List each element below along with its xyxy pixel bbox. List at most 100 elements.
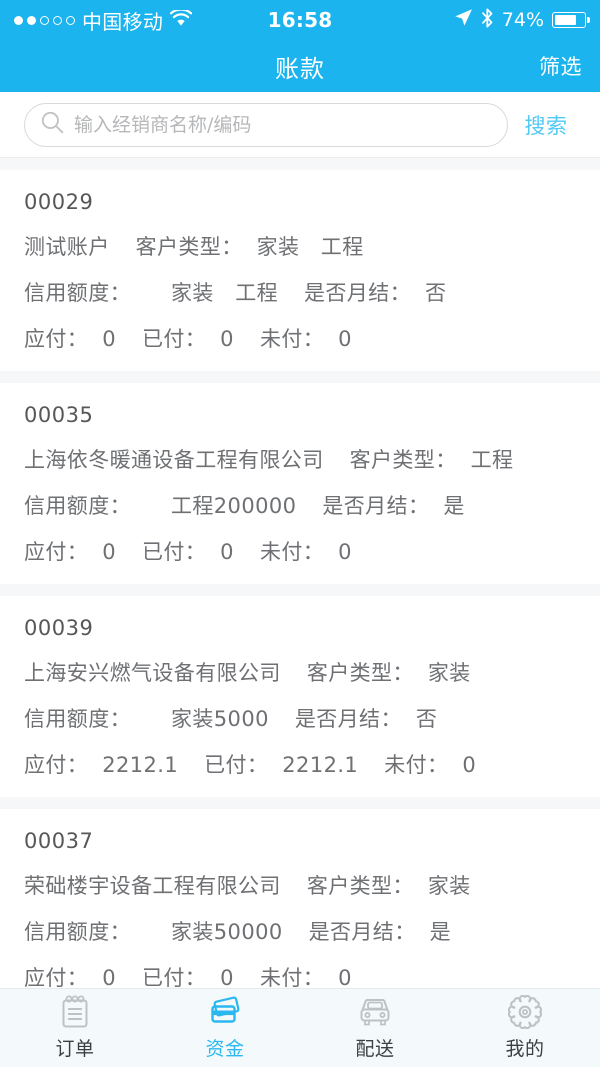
- account-name: 测试账户: [24, 235, 110, 259]
- account-card[interactable]: 00039 上海安兴燃气设备有限公司 客户类型： 家装信用额度： 家装5000 是否月结：…: [0, 596, 600, 797]
- carrier-label: 中国移动: [82, 9, 164, 34]
- customer-type-value: 工程: [470, 448, 514, 472]
- unpaid-label: 未付：: [384, 753, 449, 777]
- list-separator: [0, 584, 600, 596]
- paid-label: 已付：: [141, 540, 207, 564]
- unpaid-value: 0: [462, 753, 477, 777]
- signal-dot-empty: [53, 15, 62, 25]
- account-list[interactable]: 00029 测试账户 客户类型： 家装 工程 信用额度： 家装 工程 是否月结：否应付： 0 已…: [0, 158, 600, 988]
- list-separator: [0, 797, 600, 809]
- credit-limit-label: 信用额度：: [24, 494, 131, 518]
- customer-type-value: 家装: [427, 661, 471, 685]
- paid-value: 0: [220, 966, 234, 988]
- account-code: 00039: [24, 616, 94, 640]
- payable-value: 0: [102, 966, 116, 988]
- location-arrow-icon: [454, 8, 473, 32]
- app-root: 中国移动 16:58 74% 账款 筛选 输入经销商名称/编码 搜索 00029…: [0, 0, 600, 1067]
- unpaid-value: 0: [338, 327, 352, 351]
- unpaid-value: 0: [338, 966, 352, 988]
- gear-icon: [508, 995, 542, 1029]
- payable-value: 0: [102, 327, 116, 351]
- signal-dot-empty: [66, 15, 75, 25]
- status-bar-right: 74%: [332, 8, 587, 33]
- tab-label-delivery: 配送: [355, 1038, 395, 1060]
- account-name-row: 荣础楼宇设备工程有限公司 客户类型： 家装: [24, 870, 576, 900]
- account-card[interactable]: 00035 上海依冬暖通设备工程有限公司 客户类型： 工程 信用额度： 工程200000 是…: [0, 383, 600, 584]
- customer-type-label: 客户类型：: [306, 874, 414, 898]
- filter-button[interactable]: 筛选: [539, 51, 582, 81]
- paid-label: 已付：: [141, 966, 207, 988]
- battery-icon: [552, 12, 587, 28]
- list-separator: [0, 158, 600, 170]
- customer-type-value: 家装: [427, 874, 471, 898]
- tab-label-profile: 我的: [505, 1038, 545, 1060]
- payable-value: 2212.1: [102, 753, 179, 777]
- credit-cards-icon: [208, 995, 242, 1029]
- credit-limit-label: 信用额度：: [24, 920, 131, 944]
- bottom-tab-bar: 订单 资金 配送 我的: [0, 988, 600, 1067]
- status-bar-left: 中国移动: [14, 6, 268, 35]
- account-card[interactable]: 00037 荣础楼宇设备工程有限公司 客户类型： 家装 信用额度： 家装50000 是否月结…: [0, 809, 600, 988]
- unpaid-label: 未付：: [259, 966, 325, 988]
- credit-limit-row: 信用额度： 家装50000 是否月结： 是: [24, 916, 576, 946]
- monthly-settle-label: 是否月结：: [294, 707, 402, 731]
- tab-profile[interactable]: 我的: [450, 989, 600, 1067]
- customer-type-label: 客户类型：: [135, 235, 243, 259]
- unpaid-value: 0: [338, 540, 352, 564]
- unpaid-label: 未付：: [259, 327, 325, 351]
- amounts-row: 应付： 0 已付： 0 未付： 0: [24, 536, 576, 566]
- credit-limit-label: 信用额度：: [24, 281, 131, 305]
- credit-limit-value: 家装50000: [171, 920, 283, 944]
- credit-limit-value: 家装5000: [171, 707, 269, 731]
- monthly-settle-label: 是否月结：: [304, 281, 411, 305]
- monthly-settle-value: 是: [443, 494, 465, 518]
- monthly-settle-label: 是否月结：: [322, 494, 430, 518]
- battery-fill: [554, 14, 576, 26]
- wifi-icon: [170, 8, 193, 32]
- payable-label: 应付：: [24, 966, 89, 988]
- credit-limit-value: 家装 工程: [171, 281, 278, 305]
- customer-type-label: 客户类型：: [349, 448, 457, 472]
- search-button[interactable]: 搜索: [508, 110, 584, 140]
- monthly-settle-value: 否: [415, 707, 438, 731]
- tab-label-orders: 订单: [55, 1038, 95, 1060]
- monthly-settle-value: 是: [429, 920, 452, 944]
- tab-delivery[interactable]: 配送: [300, 989, 450, 1067]
- credit-limit-row: 信用额度： 工程200000 是否月结： 是: [24, 490, 576, 520]
- notepad-icon: [59, 995, 91, 1029]
- delivery-truck-icon: [357, 995, 393, 1029]
- search-field-wrapper[interactable]: [24, 102, 508, 147]
- payable-label: 应付：: [24, 327, 89, 351]
- account-card[interactable]: 00029 测试账户 客户类型： 家装 工程 信用额度： 家装 工程 是否月结：否应付： 0 已…: [0, 170, 600, 371]
- list-separator: [0, 371, 600, 383]
- tab-funds[interactable]: 资金: [150, 989, 300, 1067]
- tab-orders[interactable]: 订单: [0, 989, 150, 1067]
- battery-percent-label: 74%: [501, 9, 545, 31]
- payable-label: 应付：: [24, 540, 89, 564]
- credit-limit-row: 信用额度： 家装 工程 是否月结： 否: [24, 277, 576, 307]
- signal-dot-filled: [14, 15, 23, 25]
- paid-value: 0: [220, 327, 234, 351]
- paid-label: 已付：: [141, 327, 207, 351]
- account-name: 上海安兴燃气设备有限公司: [24, 661, 281, 685]
- paid-label: 已付：: [204, 753, 269, 777]
- payable-label: 应付：: [24, 753, 89, 777]
- status-bar-center: 16:58: [268, 8, 333, 32]
- bluetooth-icon: [481, 8, 494, 33]
- account-name-row: 上海安兴燃气设备有限公司 客户类型： 家装: [24, 657, 576, 687]
- account-code: 00035: [24, 403, 94, 427]
- paid-value: 2212.1: [282, 753, 359, 777]
- credit-limit-label: 信用额度：: [24, 707, 131, 731]
- page-title: 账款: [275, 54, 325, 83]
- search-bar: 搜索: [0, 92, 600, 158]
- tab-label-funds: 资金: [205, 1038, 245, 1060]
- search-input[interactable]: [74, 113, 491, 136]
- clock-label: 16:58: [267, 8, 333, 32]
- payable-value: 0: [102, 540, 116, 564]
- status-bar: 中国移动 16:58 74%: [0, 0, 600, 40]
- signal-strength-dots: [14, 15, 75, 25]
- customer-type-label: 客户类型：: [306, 661, 414, 685]
- search-icon: [41, 111, 64, 138]
- account-name: 荣础楼宇设备工程有限公司: [24, 874, 281, 898]
- customer-type-value: 家装 工程: [256, 235, 364, 259]
